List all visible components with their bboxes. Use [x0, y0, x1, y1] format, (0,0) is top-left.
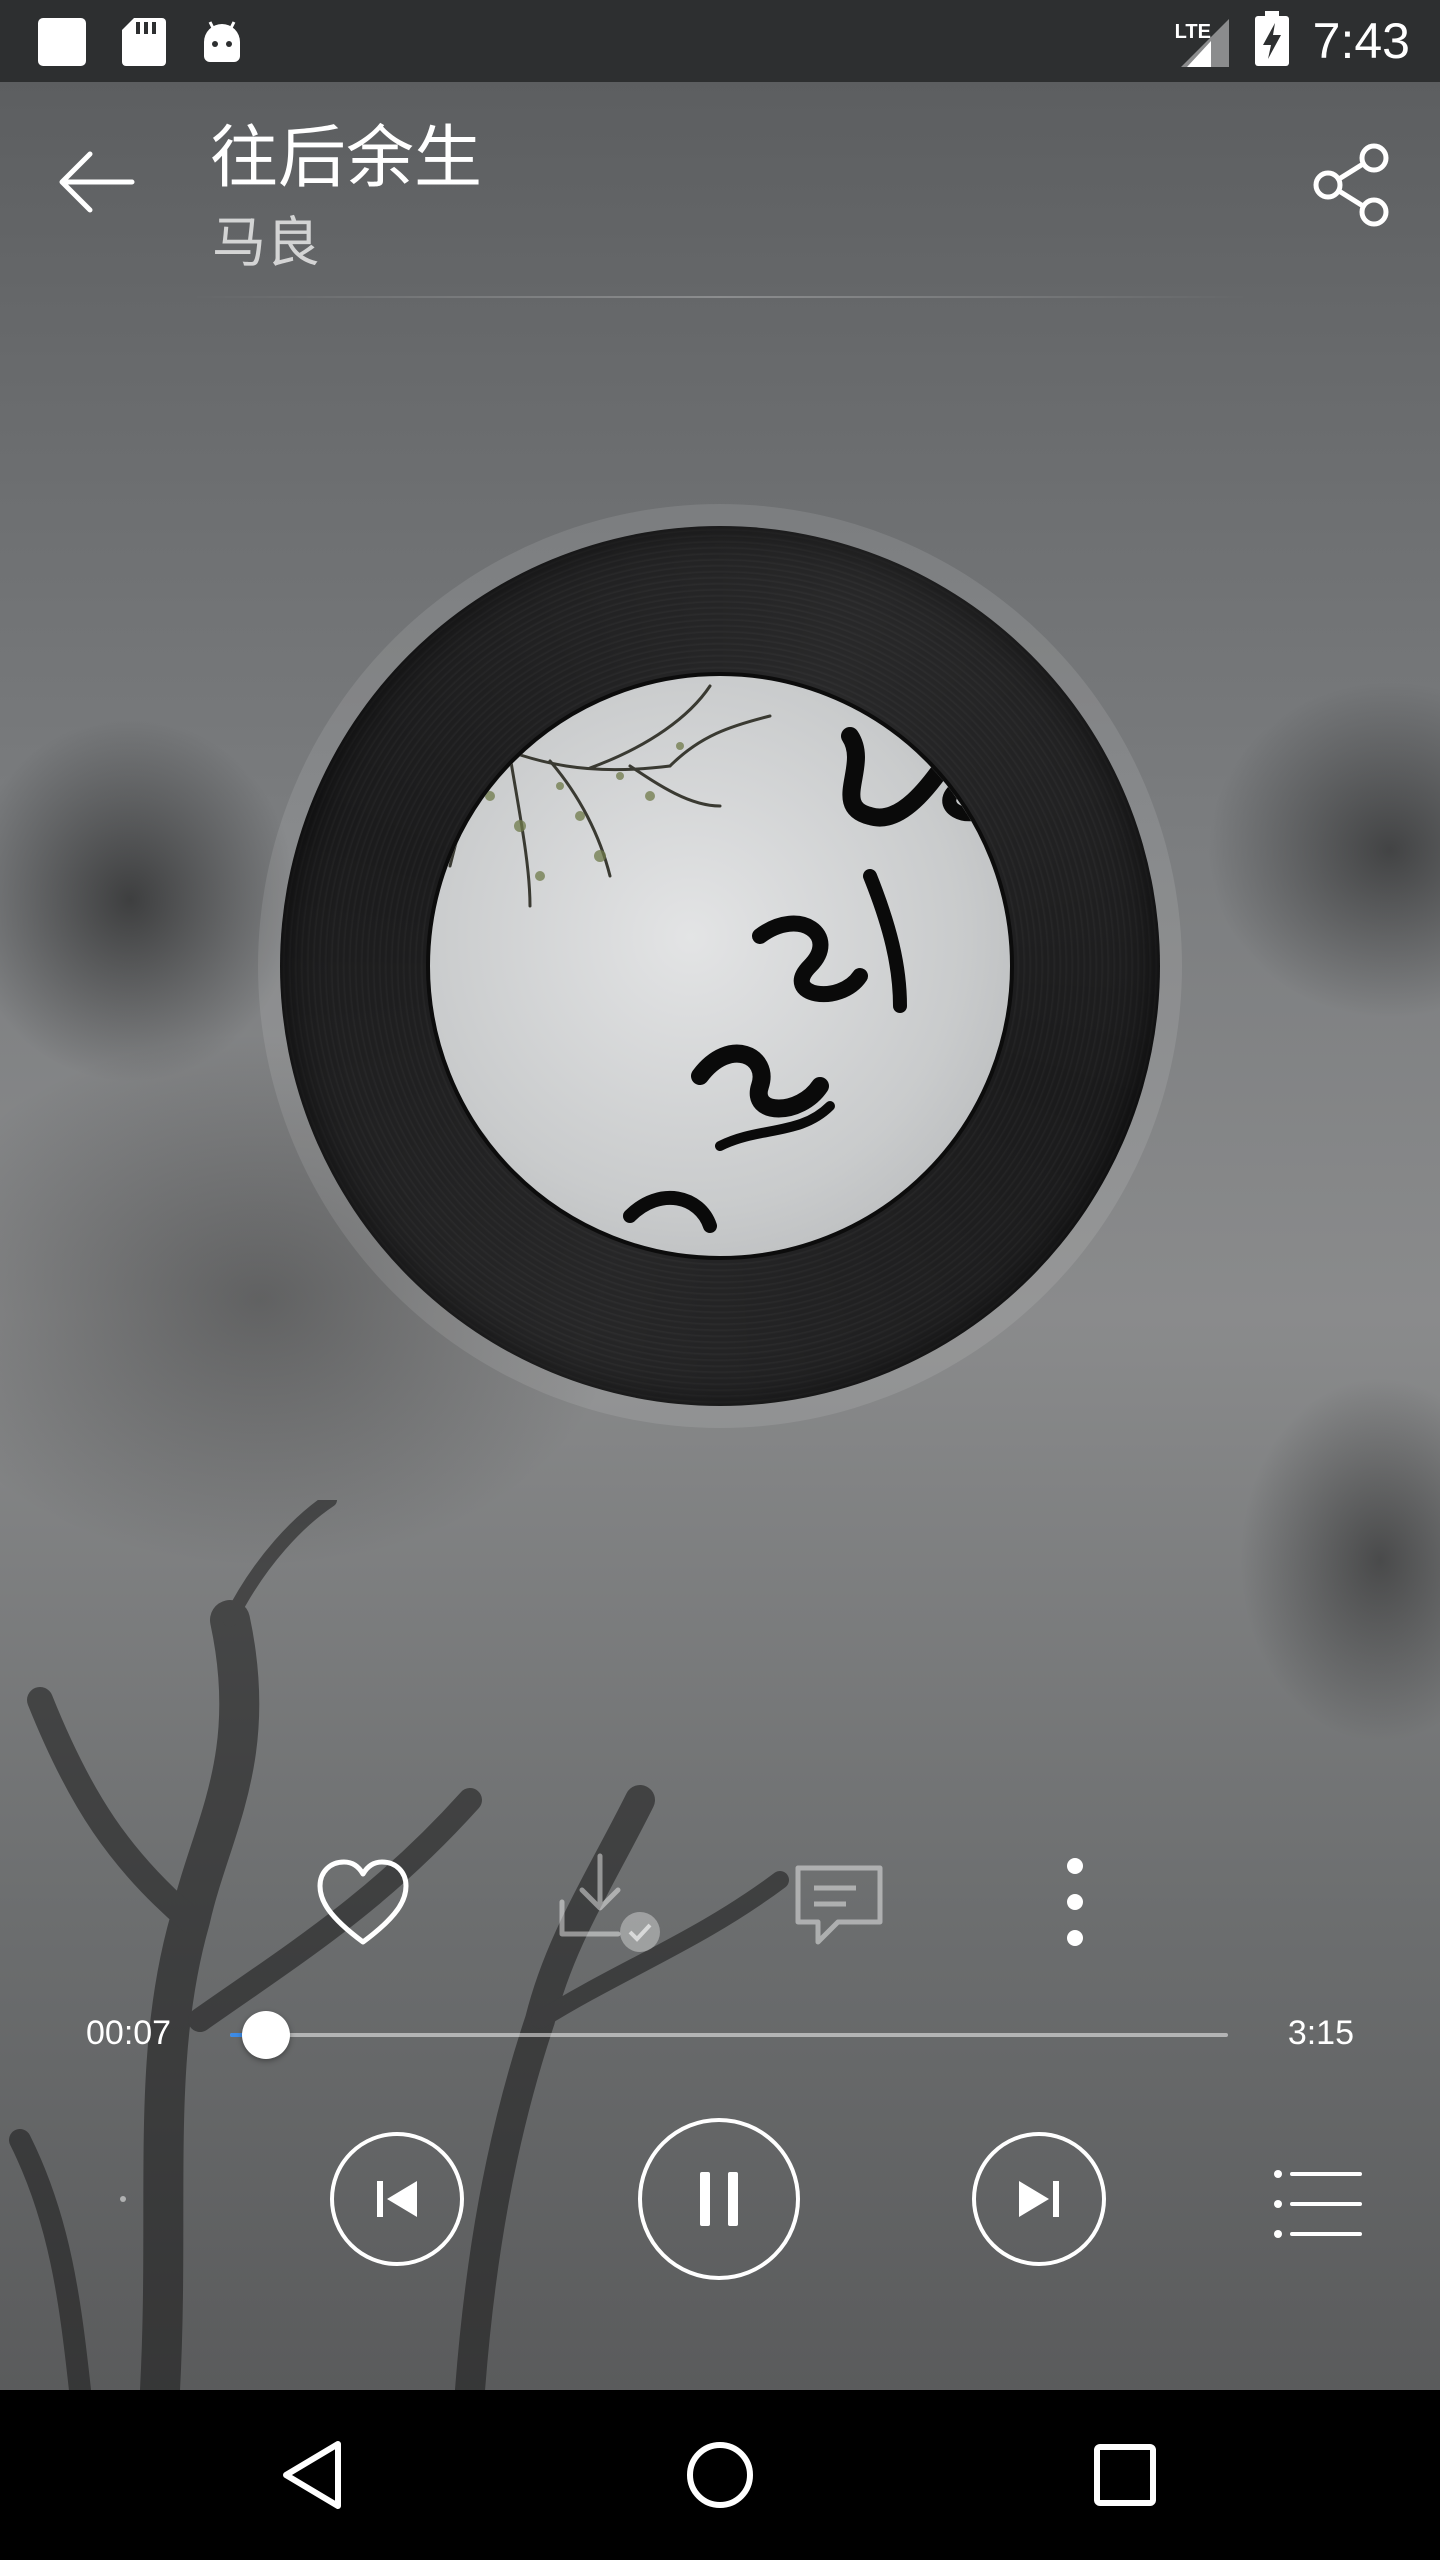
- status-bar: LTE 7:43: [0, 0, 1440, 82]
- notification-square-icon: [36, 16, 88, 72]
- player-header: 往后余生 马良: [0, 82, 1440, 300]
- clock: 7:43: [1312, 13, 1410, 69]
- seek-thumb[interactable]: [241, 2011, 290, 2059]
- battery-charging-icon: [1254, 11, 1289, 71]
- playlist-button[interactable]: [1270, 2164, 1366, 2244]
- sd-card-icon: [122, 16, 166, 72]
- comment-icon: [795, 1865, 883, 1945]
- more-vertical-icon: [1067, 1858, 1083, 1946]
- previous-button[interactable]: [330, 2132, 464, 2266]
- playback-progress: 00:07 3:15: [0, 2000, 1440, 2070]
- pause-icon: [700, 2172, 738, 2226]
- android-icon: [200, 16, 244, 72]
- nav-home-icon: [687, 2442, 753, 2508]
- total-time: 3:15: [1287, 2014, 1354, 2052]
- nav-back-button[interactable]: [272, 2430, 362, 2520]
- nav-recents-button[interactable]: [1080, 2430, 1170, 2520]
- favorite-button[interactable]: [308, 1850, 418, 1960]
- back-button[interactable]: [50, 134, 146, 230]
- nav-recents-icon: [1094, 2444, 1156, 2506]
- play-mode-button[interactable]: [120, 2196, 126, 2202]
- nav-home-button[interactable]: [675, 2430, 765, 2520]
- download-icon: [559, 1853, 660, 1952]
- album-cover: [426, 672, 1014, 1260]
- system-nav-bar: [0, 2390, 1440, 2560]
- signal-icon: LTE: [1175, 13, 1231, 69]
- download-button[interactable]: [548, 1850, 660, 1960]
- album-art-image: [448, 684, 997, 1233]
- artist-name[interactable]: 马良: [212, 198, 320, 277]
- seek-bar[interactable]: [230, 2011, 1228, 2059]
- nav-back-icon: [283, 2441, 341, 2509]
- next-icon: [1019, 2181, 1059, 2217]
- share-icon: [1313, 143, 1389, 227]
- playlist-icon: [1274, 2170, 1362, 2238]
- header-divider: [190, 296, 1250, 298]
- previous-icon: [377, 2181, 417, 2217]
- vinyl-disc[interactable]: [280, 526, 1160, 1406]
- transport-controls: [0, 2110, 1440, 2290]
- share-button[interactable]: [1308, 140, 1398, 230]
- song-actions: [0, 1850, 1440, 1960]
- next-button[interactable]: [972, 2132, 1106, 2266]
- current-time: 00:07: [86, 2014, 172, 2052]
- more-options-button[interactable]: [1020, 1850, 1130, 1960]
- comment-button[interactable]: [784, 1850, 894, 1960]
- heart-icon: [317, 1859, 409, 1945]
- song-title: 往后余生: [210, 119, 483, 198]
- pause-button[interactable]: [638, 2118, 800, 2280]
- back-arrow-icon: [59, 151, 135, 213]
